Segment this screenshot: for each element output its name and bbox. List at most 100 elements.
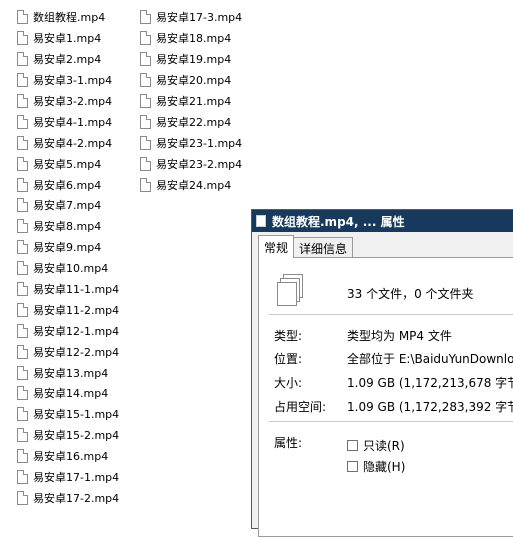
file-name: 易安卓23-2.mp4 xyxy=(156,157,243,171)
file-item[interactable]: 易安卓8.mp4 xyxy=(17,216,119,237)
file-icon xyxy=(17,470,28,485)
file-item[interactable]: 易安卓12-1.mp4 xyxy=(17,320,119,341)
file-icon xyxy=(256,215,266,227)
separator xyxy=(269,314,513,315)
file-name: 易安卓16.mp4 xyxy=(33,450,109,464)
type-value: 类型均为 MP4 文件 xyxy=(347,329,452,343)
file-item[interactable]: 易安卓14.mp4 xyxy=(17,383,119,404)
file-name: 易安卓17-1.mp4 xyxy=(33,471,120,485)
file-icon xyxy=(17,135,28,150)
file-item[interactable]: 数组教程.mp4 xyxy=(17,7,119,28)
disk-size-label: 占用空间: xyxy=(274,400,327,414)
hidden-option[interactable]: 隐藏(H) xyxy=(347,458,405,475)
file-name: 易安卓11-1.mp4 xyxy=(33,283,120,297)
file-icon xyxy=(17,114,28,129)
location-value: 全部位于 E:\BaiduYunDownload xyxy=(347,352,513,366)
file-name: 易安卓8.mp4 xyxy=(33,220,102,234)
file-name: 易安卓12-1.mp4 xyxy=(33,324,120,338)
dialog-title: 数组教程.mp4, ... 属性 xyxy=(272,214,405,229)
file-icon xyxy=(17,449,28,464)
file-item[interactable]: 易安卓4-1.mp4 xyxy=(17,111,119,132)
file-item[interactable]: 易安卓13.mp4 xyxy=(17,362,119,383)
file-name: 易安卓9.mp4 xyxy=(33,241,102,255)
file-name: 易安卓6.mp4 xyxy=(33,178,102,192)
file-item[interactable]: 易安卓15-2.mp4 xyxy=(17,425,119,446)
file-item[interactable]: 易安卓15-1.mp4 xyxy=(17,404,119,425)
file-item[interactable]: 易安卓3-2.mp4 xyxy=(17,91,119,112)
file-item[interactable]: 易安卓22.mp4 xyxy=(140,111,242,132)
file-item[interactable]: 易安卓6.mp4 xyxy=(17,174,119,195)
file-item[interactable]: 易安卓17-2.mp4 xyxy=(17,487,119,508)
file-item[interactable]: 易安卓17-3.mp4 xyxy=(140,7,242,28)
file-icon xyxy=(17,156,28,171)
file-name: 易安卓3-1.mp4 xyxy=(33,74,113,88)
file-name: 易安卓12-2.mp4 xyxy=(33,345,120,359)
hidden-checkbox[interactable] xyxy=(347,461,358,472)
tab-details[interactable]: 详细信息 xyxy=(293,237,354,258)
dialog-titlebar[interactable]: 数组教程.mp4, ... 属性 xyxy=(252,210,513,232)
file-item[interactable]: 易安卓24.mp4 xyxy=(140,174,242,195)
file-icon xyxy=(17,52,28,67)
file-item[interactable]: 易安卓19.mp4 xyxy=(140,49,242,70)
file-item[interactable]: 易安卓4-2.mp4 xyxy=(17,132,119,153)
file-item[interactable]: 易安卓11-2.mp4 xyxy=(17,299,119,320)
file-icon xyxy=(17,323,28,338)
disk-size-row: 占用空间: 1.09 GB (1,172,283,392 字节) xyxy=(274,398,513,415)
file-icon xyxy=(17,177,28,192)
file-icon xyxy=(17,490,28,505)
file-name: 易安卓5.mp4 xyxy=(33,157,102,171)
readonly-checkbox[interactable] xyxy=(347,440,358,451)
file-item[interactable]: 易安卓11-1.mp4 xyxy=(17,279,119,300)
file-name: 易安卓21.mp4 xyxy=(156,95,232,108)
file-name: 易安卓20.mp4 xyxy=(156,74,232,88)
file-item[interactable]: 易安卓23-1.mp4 xyxy=(140,132,242,153)
file-item[interactable]: 易安卓18.mp4 xyxy=(140,28,242,49)
file-icon xyxy=(140,177,151,192)
file-item[interactable]: 易安卓1.mp4 xyxy=(17,28,119,49)
file-name: 易安卓22.mp4 xyxy=(156,115,232,129)
file-item[interactable]: 易安卓2.mp4 xyxy=(17,49,119,70)
file-name: 易安卓15-1.mp4 xyxy=(33,408,120,422)
file-list-column-2: 易安卓17-3.mp4 易安卓18.mp4 易安卓19.mp4 易安卓20.mp4 易安… xyxy=(140,7,242,195)
file-item[interactable]: 易安卓16.mp4 xyxy=(17,446,119,467)
file-item[interactable]: 易安卓21.mp4 xyxy=(140,91,242,112)
file-item[interactable]: 易安卓23-2.mp4 xyxy=(140,153,242,174)
file-item[interactable]: 易安卓20.mp4 xyxy=(140,70,242,91)
file-icon xyxy=(17,344,28,359)
attributes-row: 属性: xyxy=(274,434,347,451)
file-name: 易安卓23-1.mp4 xyxy=(156,136,243,150)
file-icon xyxy=(140,114,151,129)
file-icon xyxy=(17,428,28,443)
location-label: 位置: xyxy=(274,352,303,366)
tab-general[interactable]: 常规 xyxy=(258,235,295,258)
tab-bar: 常规 详细信息 xyxy=(258,235,354,258)
multiple-files-icon xyxy=(277,274,303,306)
file-item[interactable]: 易安卓7.mp4 xyxy=(17,195,119,216)
file-item[interactable]: 易安卓3-1.mp4 xyxy=(17,70,119,91)
separator xyxy=(269,421,513,422)
file-icon xyxy=(140,73,151,88)
file-icon xyxy=(140,10,151,25)
file-icon xyxy=(17,386,28,401)
file-item[interactable]: 易安卓17-1.mp4 xyxy=(17,467,119,488)
file-icon xyxy=(17,407,28,422)
file-name: 易安卓17-3.mp4 xyxy=(156,11,243,25)
file-icon xyxy=(17,94,28,108)
file-icon xyxy=(140,94,151,108)
file-icon xyxy=(17,240,28,255)
readonly-label: 只读(R) xyxy=(363,439,405,453)
file-icon xyxy=(140,135,151,150)
file-item[interactable]: 易安卓12-2.mp4 xyxy=(17,341,119,362)
file-icon xyxy=(17,31,28,46)
file-item[interactable]: 易安卓5.mp4 xyxy=(17,153,119,174)
file-item[interactable]: 易安卓9.mp4 xyxy=(17,237,119,258)
file-name: 易安卓14.mp4 xyxy=(33,387,109,401)
file-list-column-1: 数组教程.mp4 易安卓1.mp4 易安卓2.mp4 易安卓3-1.mp4 易安卓3-2… xyxy=(17,7,119,508)
file-name: 易安卓4-1.mp4 xyxy=(33,115,113,129)
properties-dialog: 数组教程.mp4, ... 属性 常规 详细信息 33 个文件，0 个文件夹 类… xyxy=(251,209,513,537)
file-icon xyxy=(140,156,151,171)
file-name: 易安卓18.mp4 xyxy=(156,32,232,46)
size-value: 1.09 GB (1,172,213,678 字节) xyxy=(347,376,513,390)
readonly-option[interactable]: 只读(R) xyxy=(347,437,405,454)
file-item[interactable]: 易安卓10.mp4 xyxy=(17,258,119,279)
